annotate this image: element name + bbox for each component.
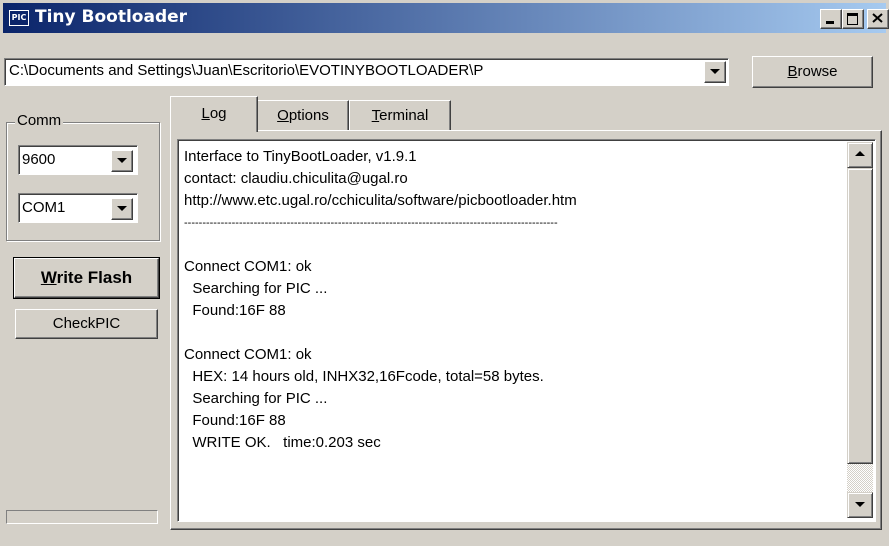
write-accel: W xyxy=(40,268,57,287)
checkpic-button[interactable]: CheckPIC xyxy=(15,309,158,339)
log-line: contact: claudiu.chiculita@ugal.ro xyxy=(184,170,408,187)
log-line: HEX: 14 hours old, INHX32,16Fcode, total… xyxy=(184,368,544,385)
minimize-button[interactable] xyxy=(820,9,842,29)
tab-options-label: ptions xyxy=(288,107,329,124)
write-flash-button[interactable]: Write Flash xyxy=(13,257,160,299)
log-line: Found:16F 88 xyxy=(184,412,286,429)
tiny-bootloader-window: PIC Tiny Bootloader C:\Documents and Set… xyxy=(0,0,889,546)
tab-log-label: og xyxy=(209,105,227,122)
log-textarea[interactable]: Interface to TinyBootLoader, v1.9.1 cont… xyxy=(177,139,876,522)
write-label: rite Flash xyxy=(56,268,133,287)
close-button[interactable] xyxy=(867,9,889,29)
comm-groupbox: Comm 9600 COM1 xyxy=(6,112,160,241)
comm-group-label: Comm xyxy=(15,112,64,129)
browse-button[interactable]: Browse xyxy=(752,56,873,88)
pic-app-icon: PIC xyxy=(9,10,29,26)
log-line: Searching for PIC ... xyxy=(184,390,328,407)
scroll-up-arrow-icon[interactable] xyxy=(847,142,873,168)
tab-log[interactable]: Log xyxy=(170,96,258,132)
close-icon xyxy=(872,13,883,23)
scroll-down-arrow-icon[interactable] xyxy=(847,492,873,518)
browse-label: rowse xyxy=(797,63,838,80)
tab-log-accel: L xyxy=(201,105,210,122)
write-progress-bar xyxy=(6,510,158,524)
maximize-button[interactable] xyxy=(842,9,864,29)
tab-terminal[interactable]: Terminal xyxy=(349,100,451,130)
log-line: Found:16F 88 xyxy=(184,302,286,319)
title-bar[interactable]: PIC Tiny Bootloader xyxy=(3,3,889,33)
baud-rate-value: 9600 xyxy=(22,151,56,168)
hex-file-path-text[interactable]: C:\Documents and Settings\Juan\Escritori… xyxy=(9,62,699,79)
log-separator: ----------------------------------------… xyxy=(184,217,558,229)
log-line: Connect COM1: ok xyxy=(184,346,312,363)
com-port-value: COM1 xyxy=(22,199,66,216)
com-port-select[interactable]: COM1 xyxy=(18,193,138,223)
log-lines: Interface to TinyBootLoader, v1.9.1 cont… xyxy=(184,146,839,454)
tab-options[interactable]: Options xyxy=(257,100,349,130)
path-dropdown-arrow-icon[interactable] xyxy=(704,61,726,83)
log-line: Searching for PIC ... xyxy=(184,280,328,297)
scrollbar-thumb[interactable] xyxy=(847,168,873,464)
log-line: http://www.etc.ugal.ro/cchiculita/softwa… xyxy=(184,192,577,209)
tab-options-accel: O xyxy=(277,107,289,124)
baud-rate-select[interactable]: 9600 xyxy=(18,145,138,175)
hex-file-path-combo[interactable]: C:\Documents and Settings\Juan\Escritori… xyxy=(4,58,729,86)
baud-dropdown-arrow-icon[interactable] xyxy=(111,150,133,172)
log-vertical-scrollbar[interactable] xyxy=(847,142,873,518)
window-title: Tiny Bootloader xyxy=(35,7,188,27)
tab-terminal-label: erminal xyxy=(379,107,429,124)
browse-accel: B xyxy=(787,63,798,80)
port-dropdown-arrow-icon[interactable] xyxy=(111,198,133,220)
log-line: Connect COM1: ok xyxy=(184,258,312,275)
log-line: Interface to TinyBootLoader, v1.9.1 xyxy=(184,148,417,165)
log-line: WRITE OK. time:0.203 sec xyxy=(184,434,381,451)
